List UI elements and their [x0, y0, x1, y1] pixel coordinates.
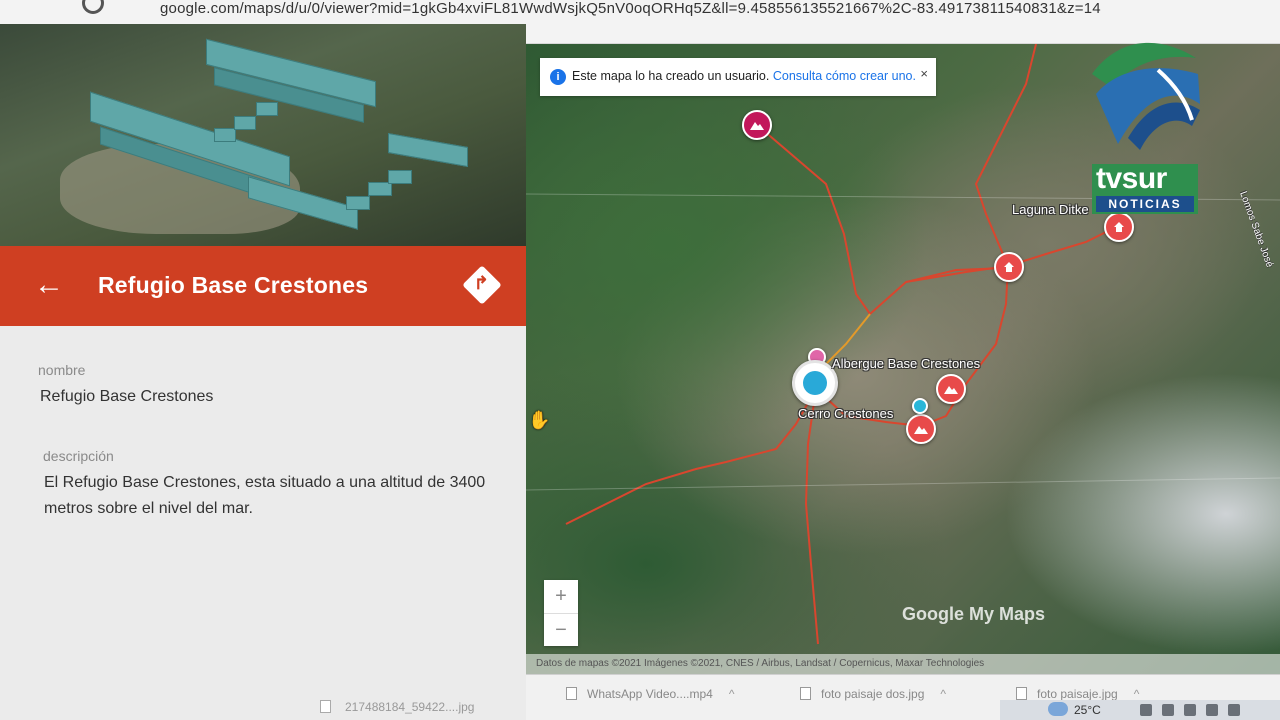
url-text[interactable]: google.com/maps/d/u/0/viewer?mid=1gkGb4x…: [160, 0, 1101, 17]
reload-icon[interactable]: [82, 0, 104, 14]
hand-cursor-icon: ✋: [528, 410, 551, 430]
chevron-up-icon[interactable]: ^: [1134, 687, 1140, 701]
mountain-marker-icon[interactable]: [906, 414, 936, 444]
zoom-out-button[interactable]: −: [544, 613, 578, 646]
place-title: Refugio Base Crestones: [98, 272, 369, 298]
mountain-marker-icon[interactable]: [742, 110, 772, 140]
back-arrow-icon[interactable]: ←: [34, 270, 64, 300]
chevron-up-icon[interactable]: ^: [940, 687, 946, 701]
viewpoint-marker-icon[interactable]: [912, 398, 928, 414]
display-icon[interactable]: [1228, 704, 1240, 716]
directions-icon[interactable]: ↱: [462, 265, 502, 305]
place-header: ← Refugio Base Crestones ↱: [0, 246, 526, 326]
create-map-link[interactable]: Consulta cómo crear uno.: [773, 69, 916, 83]
battery-icon[interactable]: [1184, 704, 1196, 716]
shelter-marker-icon[interactable]: [994, 252, 1024, 282]
file-icon: [320, 700, 331, 713]
tvsur-name: tvsur: [1096, 162, 1167, 195]
field-value-descripcion: El Refugio Base Crestones, esta situado …: [44, 474, 486, 517]
tvsur-tag: NOTICIAS: [1096, 196, 1194, 212]
tvsur-emblem-icon: [1092, 42, 1200, 150]
file-icon: [800, 687, 811, 700]
network-icon[interactable]: [1140, 704, 1152, 716]
place-photo: [0, 24, 526, 246]
info-icon: i: [550, 69, 566, 85]
weather-icon[interactable]: [1048, 702, 1068, 716]
place-info-panel: ← Refugio Base Crestones ↱ nombre Refugi…: [0, 24, 526, 720]
map-label-laguna: Laguna Ditke: [1012, 202, 1089, 217]
mountain-marker-icon[interactable]: [936, 374, 966, 404]
file-icon: [566, 687, 577, 700]
cloud-icon[interactable]: [1206, 704, 1218, 716]
tvsur-logo: tvsur NOTICIAS: [1088, 34, 1204, 214]
zoom-in-button[interactable]: +: [544, 580, 578, 613]
map-label-cerro: Cerro Crestones: [798, 406, 894, 421]
map-label-albergue: Albergue Base Crestones: [832, 356, 981, 371]
zoom-control: + −: [544, 580, 578, 646]
map-attribution: Datos de mapas ©2021 Imágenes ©2021, CNE…: [526, 654, 1280, 674]
field-label-descripcion: descripción: [43, 448, 114, 464]
download-item[interactable]: foto paisaje.jpg ^: [1016, 687, 1139, 701]
google-my-maps-logo: Google My Maps: [902, 604, 1046, 624]
field-label-nombre: nombre: [38, 362, 86, 378]
screen: google.com/maps/d/u/0/viewer?mid=1gkGb4x…: [0, 0, 1280, 720]
chevron-up-icon[interactable]: ^: [729, 687, 735, 701]
download-item[interactable]: foto paisaje dos.jpg ^: [800, 687, 946, 701]
download-item[interactable]: 217488184_59422....jpg: [320, 700, 474, 714]
user-map-notice: i Este mapa lo ha creado un usuario. Con…: [540, 58, 936, 96]
field-value-nombre: Refugio Base Crestones: [40, 388, 214, 405]
file-icon: [1016, 687, 1027, 700]
temperature: 25°C: [1074, 703, 1101, 717]
shelter-marker-icon[interactable]: [1104, 212, 1134, 242]
system-tray: 25°C: [1000, 700, 1280, 720]
download-item[interactable]: WhatsApp Video....mp4 ^: [566, 687, 735, 701]
notice-text: Este mapa lo ha creado un usuario.: [572, 69, 770, 83]
close-icon[interactable]: ×: [920, 66, 928, 81]
volume-icon[interactable]: [1162, 704, 1174, 716]
